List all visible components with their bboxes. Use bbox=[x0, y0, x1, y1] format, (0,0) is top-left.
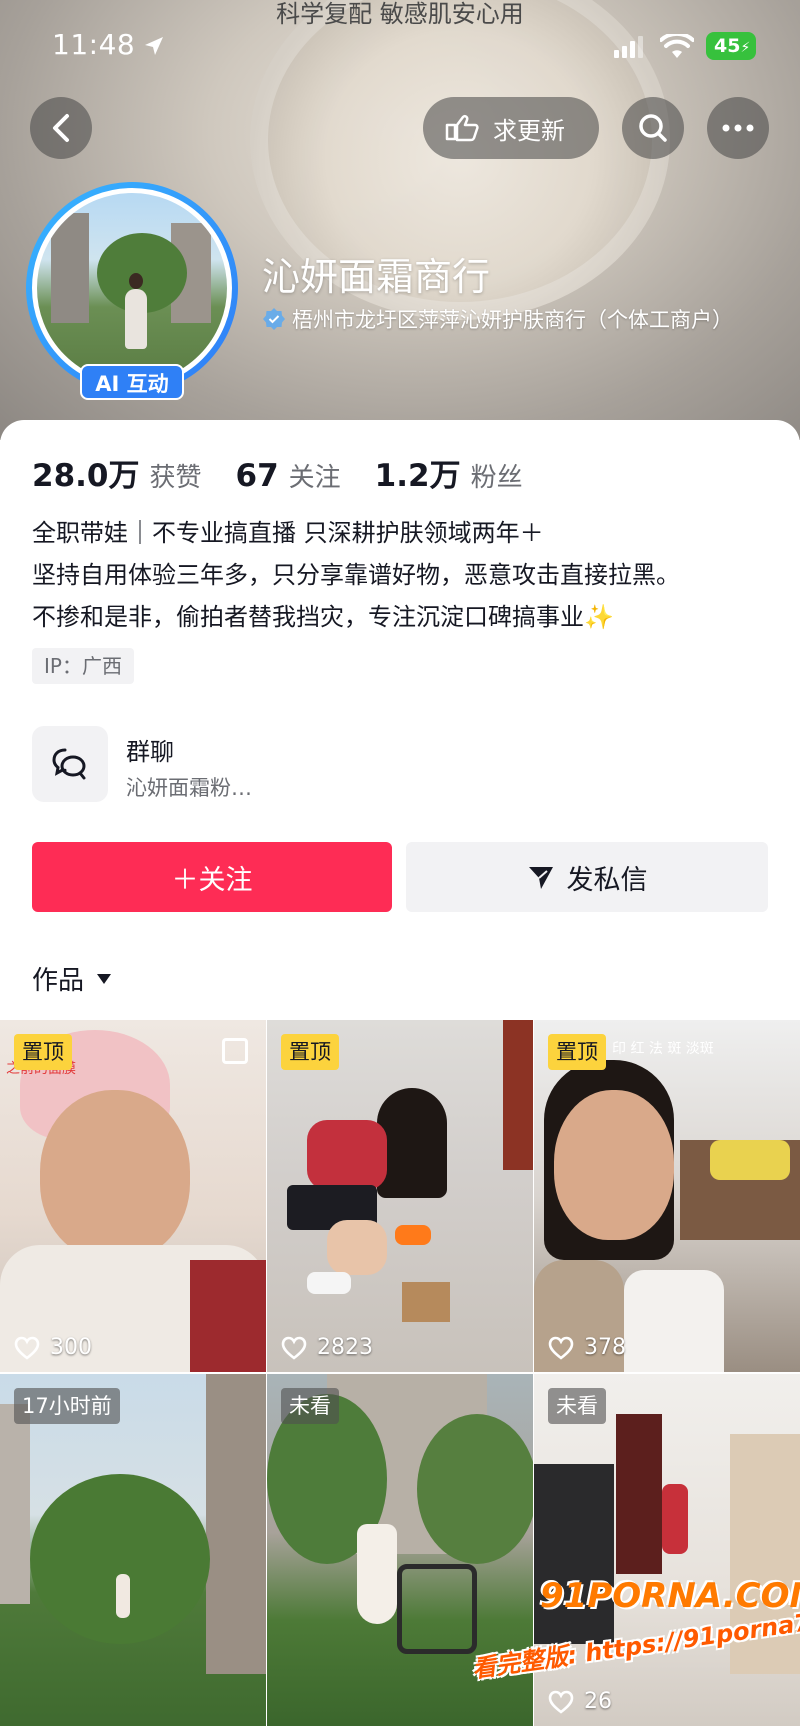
video-thumbnail[interactable]: 置顶 2823 bbox=[267, 1020, 533, 1372]
works-tab[interactable]: 作品 bbox=[32, 960, 112, 997]
status-time: 11:48 bbox=[52, 28, 136, 61]
location-arrow-icon bbox=[145, 37, 163, 55]
bio-line: 全职带娃｜不专业搞直播 只深耕护肤领域两年＋ bbox=[32, 519, 544, 547]
group-chat-subtitle: 沁妍面霜粉… bbox=[126, 776, 252, 800]
status-bar: 11:48 45⚡ bbox=[0, 26, 800, 66]
group-chat-title: 群聊 bbox=[126, 738, 174, 766]
enterprise-verification[interactable]: 梧州市龙圩区萍萍沁妍护肤商行（个体工商户） bbox=[262, 304, 733, 334]
pinned-badge: 置顶 bbox=[548, 1034, 606, 1070]
battery-level: 45 bbox=[714, 35, 741, 57]
video-cover-image bbox=[267, 1020, 533, 1372]
video-cover-image bbox=[0, 1374, 266, 1726]
back-button[interactable] bbox=[30, 97, 92, 159]
chat-bubbles-icon bbox=[52, 748, 86, 780]
heart-icon bbox=[548, 1336, 574, 1360]
profile-card: 28.0万 获赞 67 关注 1.2万 粉丝 全职带娃｜不专业搞直播 只深耕护肤… bbox=[0, 420, 800, 1020]
search-button[interactable] bbox=[622, 97, 684, 159]
video-cover-image: 之前的面膜 bbox=[0, 1020, 266, 1372]
ai-interaction-badge[interactable]: AI 互动 bbox=[80, 364, 184, 400]
pinned-badge: 置顶 bbox=[281, 1034, 339, 1070]
video-cover-image: 印 红 法 斑 淡斑 bbox=[534, 1020, 800, 1372]
ip-location-badge: IP：广西 bbox=[32, 648, 134, 684]
battery-icon: 45⚡ bbox=[706, 32, 756, 60]
time-badge: 17小时前 bbox=[14, 1388, 120, 1424]
profile-stats: 28.0万 获赞 67 关注 1.2万 粉丝 bbox=[32, 450, 557, 495]
pointing-hand-icon bbox=[445, 114, 479, 142]
bio-line: 不掺和是非，偷拍者替我挡灾，专注沉淀口碑搞事业 bbox=[32, 603, 584, 631]
video-thumbnail[interactable]: 印 红 法 斑 淡斑 置顶 378 bbox=[534, 1020, 800, 1372]
profile-cover: 科学复配 敏感肌安心用 11:48 45⚡ 求更新 AI 互动 沁妍面霜商行 梧… bbox=[0, 0, 800, 440]
verified-badge-icon bbox=[263, 308, 285, 330]
group-chat-icon-box bbox=[32, 726, 108, 802]
multi-image-icon bbox=[222, 1038, 248, 1064]
avatar[interactable] bbox=[26, 182, 238, 394]
video-likes: 378 bbox=[548, 1335, 626, 1360]
cellular-signal-icon bbox=[614, 36, 643, 58]
video-likes-count: 378 bbox=[584, 1335, 626, 1360]
pinned-badge: 置顶 bbox=[14, 1034, 72, 1070]
following-count[interactable]: 67 bbox=[236, 458, 279, 494]
chevron-left-icon bbox=[53, 114, 69, 142]
following-label[interactable]: 关注 bbox=[289, 457, 341, 494]
followers-label[interactable]: 粉丝 bbox=[471, 457, 523, 494]
likes-count[interactable]: 28.0万 bbox=[32, 450, 140, 495]
video-likes: 300 bbox=[14, 1335, 92, 1360]
profile-name: 沁妍面霜商行 bbox=[262, 255, 491, 299]
video-likes: 2823 bbox=[281, 1335, 373, 1360]
video-thumbnail[interactable]: 之前的面膜 置顶 300 bbox=[0, 1020, 266, 1372]
company-name: 梧州市龙圩区萍萍沁妍护肤商行（个体工商户） bbox=[292, 308, 733, 332]
cover-caption: 科学复配 敏感肌安心用 bbox=[276, 0, 524, 28]
followers-count[interactable]: 1.2万 bbox=[375, 450, 461, 495]
wifi-icon bbox=[660, 34, 694, 58]
heart-icon bbox=[281, 1336, 307, 1360]
video-overlay-text: 印 红 法 斑 淡斑 bbox=[612, 1041, 714, 1057]
unwatched-badge: 未看 bbox=[548, 1388, 606, 1424]
search-icon bbox=[639, 114, 667, 142]
likes-label[interactable]: 获赞 bbox=[150, 457, 202, 494]
bio-line: 坚持自用体验三年多，只分享靠谱好物，恶意攻击直接拉黑。 bbox=[32, 561, 680, 589]
watermark: 91PORNA.COM 看完整版: https://91porna78.com bbox=[470, 1576, 800, 1726]
more-options-button[interactable] bbox=[707, 97, 769, 159]
send-message-label: 发私信 bbox=[566, 864, 648, 896]
sparkle-emoji: ✨ bbox=[584, 603, 614, 631]
more-dots-icon bbox=[722, 124, 754, 132]
unwatched-badge: 未看 bbox=[281, 1388, 339, 1424]
send-message-button[interactable]: 发私信 bbox=[406, 842, 768, 912]
follow-button[interactable]: ＋关注 bbox=[32, 842, 392, 912]
video-thumbnail[interactable]: 17小时前 bbox=[0, 1374, 266, 1726]
video-likes-count: 2823 bbox=[317, 1335, 373, 1360]
video-likes-count: 300 bbox=[50, 1335, 92, 1360]
heart-icon bbox=[14, 1336, 40, 1360]
paper-plane-icon bbox=[528, 867, 553, 889]
group-chat-entry[interactable]: 群聊 沁妍面霜粉… bbox=[32, 726, 772, 804]
request-update-button[interactable]: 求更新 bbox=[423, 97, 599, 159]
works-tab-label: 作品 bbox=[32, 966, 85, 996]
avatar-image bbox=[32, 188, 232, 388]
caret-down-icon bbox=[97, 973, 112, 984]
request-update-label: 求更新 bbox=[493, 116, 565, 145]
profile-bio: 全职带娃｜不专业搞直播 只深耕护肤领域两年＋ 坚持自用体验三年多，只分享靠谱好物… bbox=[32, 512, 772, 638]
